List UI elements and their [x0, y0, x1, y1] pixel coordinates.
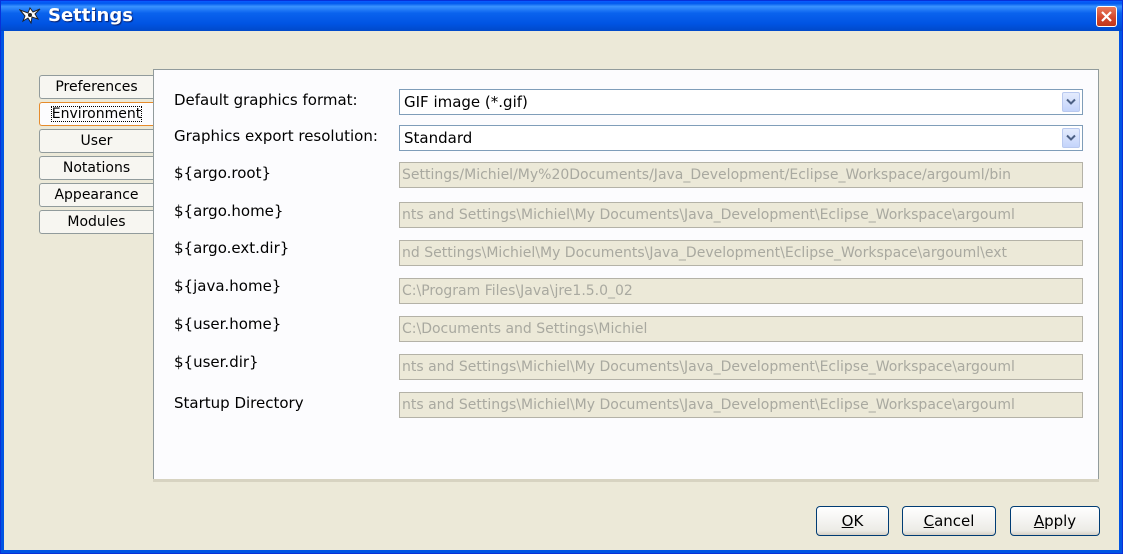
- export-resolution-label: Graphics export resolution:: [174, 127, 378, 145]
- tab-appearance[interactable]: Appearance: [39, 183, 153, 207]
- argo-root-label: ${argo.root}: [174, 164, 272, 182]
- chevron-down-icon: [1066, 98, 1076, 105]
- tab-preferences[interactable]: Preferences: [39, 75, 153, 99]
- cancel-mnemonic: C: [923, 512, 935, 530]
- tab-notations[interactable]: Notations: [39, 156, 153, 180]
- argo-ext-dir-label: ${argo.ext.dir}: [174, 239, 290, 257]
- tab-label: Appearance: [54, 187, 139, 203]
- graphics-format-select[interactable]: GIF image (*.gif): [399, 89, 1083, 115]
- apply-button[interactable]: Apply: [1010, 506, 1100, 536]
- window-border-right: [1119, 31, 1122, 553]
- settings-tab-list: Preferences Environment User Notations A…: [39, 75, 153, 237]
- dropdown-button[interactable]: [1062, 92, 1080, 112]
- user-dir-label: ${user.dir}: [174, 353, 259, 371]
- startup-directory-field[interactable]: nts and Settings\Michiel\My Documents\Ja…: [399, 392, 1083, 418]
- ok-label: K: [853, 512, 864, 530]
- argouml-app-icon: [19, 7, 41, 25]
- user-home-label: ${user.home}: [174, 315, 282, 333]
- ok-button[interactable]: OK: [816, 506, 889, 536]
- argo-home-field[interactable]: nts and Settings\Michiel\My Documents\Ja…: [399, 202, 1083, 228]
- apply-mnemonic: A: [1033, 512, 1045, 530]
- java-home-label: ${java.home}: [174, 277, 282, 295]
- apply-label: pply: [1044, 512, 1077, 530]
- tab-environment[interactable]: Environment: [39, 102, 153, 126]
- window-border-bottom: [1, 550, 1122, 553]
- window-title: Settings: [48, 5, 133, 26]
- settings-dialog: Settings Preferences Environment User No…: [0, 0, 1123, 554]
- cancel-button[interactable]: Cancel: [902, 506, 996, 536]
- window-border-left: [1, 31, 4, 553]
- chevron-down-icon: [1066, 134, 1076, 141]
- ok-mnemonic: O: [841, 512, 854, 530]
- panel-shadow: [153, 479, 1099, 482]
- java-home-field[interactable]: C:\Program Files\Java\jre1.5.0_02: [399, 278, 1083, 304]
- startup-directory-label: Startup Directory: [174, 394, 304, 412]
- argo-ext-dir-field[interactable]: nd Settings\Michiel\My Documents\Java_De…: [399, 240, 1083, 266]
- title-bar[interactable]: Settings: [1, 1, 1122, 31]
- argo-home-label: ${argo.home}: [174, 202, 284, 220]
- tab-label: Modules: [67, 214, 126, 230]
- tab-label: Preferences: [55, 79, 138, 95]
- dropdown-button[interactable]: [1062, 128, 1080, 148]
- user-home-field[interactable]: C:\Documents and Settings\Michiel: [399, 316, 1083, 342]
- export-resolution-value: Standard: [404, 129, 473, 147]
- close-button[interactable]: [1096, 6, 1117, 27]
- graphics-format-label: Default graphics format:: [174, 91, 358, 109]
- tab-label: Environment: [50, 106, 143, 122]
- export-resolution-select[interactable]: Standard: [399, 125, 1083, 151]
- user-dir-field[interactable]: nts and Settings\Michiel\My Documents\Ja…: [399, 354, 1083, 380]
- close-icon: [1101, 11, 1112, 22]
- cancel-label: ancel: [934, 512, 975, 530]
- tab-user[interactable]: User: [39, 129, 153, 153]
- tab-label: Notations: [62, 160, 131, 176]
- tab-modules[interactable]: Modules: [39, 210, 153, 234]
- argo-root-field[interactable]: Settings/Michiel/My%20Documents/Java_Dev…: [399, 162, 1083, 188]
- graphics-format-value: GIF image (*.gif): [404, 93, 528, 111]
- tab-label: User: [80, 133, 113, 149]
